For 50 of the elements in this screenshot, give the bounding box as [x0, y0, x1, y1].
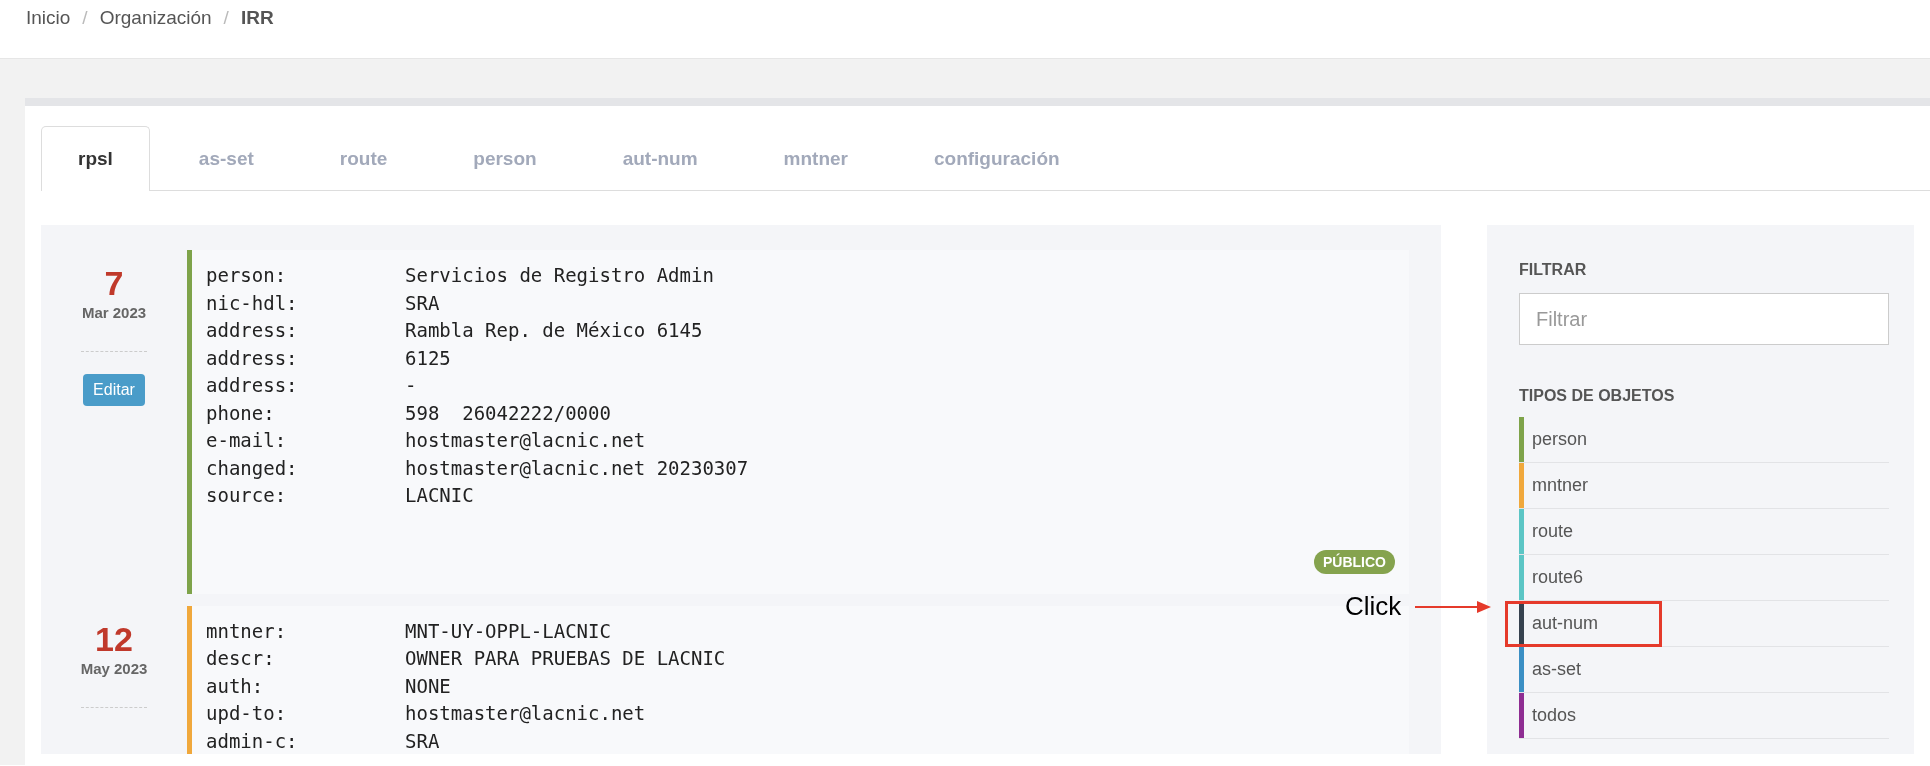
tab[interactable]: rpsl — [41, 126, 150, 191]
attribute-name: upd-to: — [206, 701, 288, 726]
attribute-value: MNT-UY-OPPL-LACNIC — [405, 618, 611, 644]
attribute-value: Rambla Rep. de México 6145 — [405, 318, 703, 343]
attribute-name: phone: — [206, 400, 276, 426]
object-type-link[interactable]: route — [1532, 521, 1574, 542]
breadcrumb-current: IRR — [240, 7, 274, 29]
object-type-link[interactable]: todos — [1532, 705, 1577, 726]
attribute-value: hostmaster@lacnic.net 20230307 — [405, 455, 749, 481]
attribute-value: NONE — [405, 673, 451, 699]
filter-field[interactable]: Filtrar — [1519, 293, 1889, 345]
attribute-value: SRA — [405, 290, 440, 316]
filter-heading: FILTRAR — [1519, 261, 1588, 279]
attribute-name: mntner: — [206, 618, 288, 644]
attribute-value: LACNIC — [405, 483, 474, 508]
attribute-value: 6125 — [405, 345, 451, 371]
attribute-name: address: — [206, 373, 299, 398]
attribute-value: 598 26042222/0000 — [405, 400, 611, 426]
attribute-name: source: — [206, 483, 288, 508]
attribute-value: hostmaster@lacnic.net — [405, 428, 646, 453]
attribute-name: admin-c: — [206, 728, 299, 754]
attribute-name: e-mail: — [206, 428, 288, 453]
attribute-value: hostmaster@lacnic.net — [405, 701, 646, 726]
breadcrumb-separator: / — [82, 7, 88, 29]
attribute-name: auth: — [206, 673, 265, 699]
date-day: 12 — [95, 619, 133, 658]
attribute-value: SRA — [405, 728, 440, 754]
attribute-value: OWNER PARA PRUEBAS DE LACNIC — [405, 646, 726, 671]
annotation-label: Click — [1345, 591, 1402, 622]
object-type-link[interactable]: route6 — [1532, 567, 1584, 588]
date-month-year: May 2023 — [80, 659, 148, 677]
breadcrumb-link[interactable]: Inicio — [26, 7, 71, 29]
attribute-name: person: — [206, 263, 288, 288]
attribute-name: changed: — [206, 455, 299, 481]
object-type-link[interactable]: as-set — [1532, 659, 1582, 680]
attribute-name: nic-hdl: — [206, 290, 299, 316]
object-type-link[interactable]: person — [1532, 429, 1588, 450]
attribute-value: - — [405, 373, 417, 398]
attribute-name: address: — [206, 345, 299, 371]
object-type-link[interactable]: aut-num — [1532, 613, 1599, 634]
breadcrumb-link[interactable]: Organización — [99, 7, 212, 29]
date-day: 7 — [104, 264, 124, 302]
date-month-year: Mar 2023 — [81, 304, 147, 321]
breadcrumb-separator: / — [223, 7, 229, 29]
attribute-name: descr: — [206, 646, 276, 671]
attribute-name: address: — [206, 318, 299, 343]
object-type-link[interactable]: mntner — [1532, 475, 1589, 496]
attribute-value: Servicios de Registro Admin — [405, 263, 714, 288]
public-badge: PÚBLICO — [1314, 549, 1395, 574]
object-types-heading: TIPOS DE OBJETOS — [1519, 387, 1676, 405]
